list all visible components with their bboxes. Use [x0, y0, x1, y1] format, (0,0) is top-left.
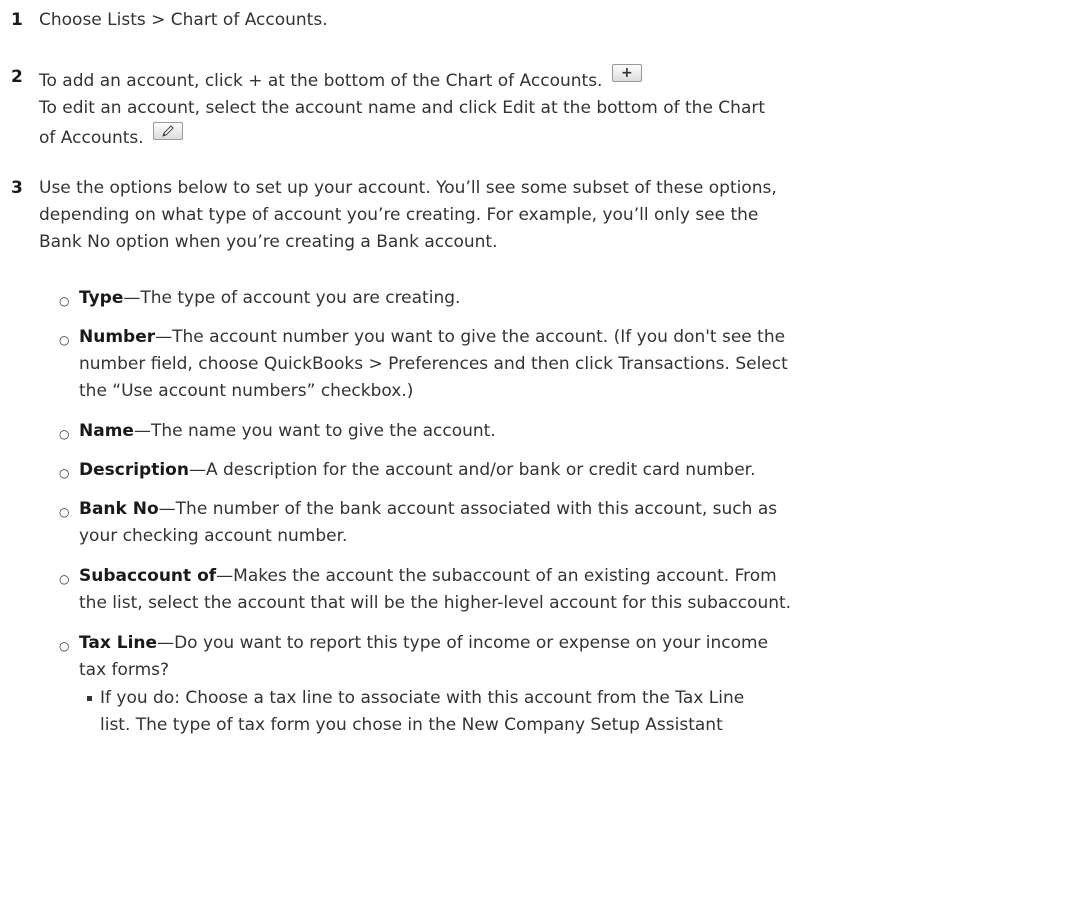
- option-text: the “Use account numbers” checkbox.): [79, 381, 414, 401]
- circle-bullet-icon: ○: [59, 333, 70, 347]
- pencil-button-icon: [153, 122, 184, 140]
- step-text: To edit an account, select the account n…: [39, 98, 766, 118]
- option-term: Name: [79, 421, 134, 441]
- plus-button-icon: +: [611, 64, 642, 82]
- option-text: —The name you want to give the account.: [133, 421, 496, 441]
- circle-bullet-icon: ○: [59, 572, 70, 586]
- circle-bullet-icon: ○: [59, 505, 70, 519]
- edit-account-text: of Accounts.: [39, 128, 144, 148]
- option-text: the list, select the account that will b…: [79, 593, 792, 613]
- step-text: depending on what type of account you’re…: [39, 205, 759, 225]
- sub-bullet-text: list. The type of tax form you chose in …: [100, 715, 723, 735]
- step-text: Choose Lists > Chart of Accounts.: [39, 10, 328, 30]
- option-term: Number: [79, 327, 156, 347]
- sub-bullet-text: If you do: Choose a tax line to associat…: [100, 688, 745, 708]
- option-term: Description: [79, 460, 189, 480]
- option-text: —Do you want to report this type of inco…: [157, 633, 769, 653]
- circle-bullet-icon: ○: [59, 639, 70, 653]
- step-text: of Accounts.: [39, 122, 1069, 152]
- step-number: 1: [11, 10, 23, 30]
- option-text: —The number of the bank account associat…: [158, 499, 778, 519]
- circle-bullet-icon: ○: [59, 294, 70, 308]
- option-term: Type: [79, 288, 124, 308]
- option-text: tax forms?: [79, 660, 170, 680]
- help-document: 1 Choose Lists > Chart of Accounts. 2 To…: [0, 0, 1074, 907]
- step-text: Bank No option when you’re creating a Ba…: [39, 232, 498, 252]
- step-number: 2: [11, 67, 23, 87]
- step-text: Use the options below to set up your acc…: [39, 178, 777, 198]
- option-text: number field, choose QuickBooks > Prefer…: [79, 354, 788, 374]
- option-text: —The type of account you are creating.: [123, 288, 461, 308]
- option-text: —The account number you want to give the…: [155, 327, 786, 347]
- option-term: Bank No: [79, 499, 159, 519]
- option-term: Tax Line: [79, 633, 158, 653]
- circle-bullet-icon: ○: [59, 466, 70, 480]
- circle-bullet-icon: ○: [59, 427, 70, 441]
- option-term: Subaccount of: [79, 566, 217, 586]
- step-text: To add an account, click + at the bottom…: [39, 64, 1069, 95]
- option-text: —A description for the account and/or ba…: [188, 460, 756, 480]
- step-number: 3: [11, 178, 23, 198]
- add-account-text: To add an account, click + at the bottom…: [39, 71, 603, 91]
- option-text: your checking account number.: [79, 526, 348, 546]
- square-bullet-icon: [87, 696, 92, 701]
- option-text: —Makes the account the subaccount of an …: [216, 566, 777, 586]
